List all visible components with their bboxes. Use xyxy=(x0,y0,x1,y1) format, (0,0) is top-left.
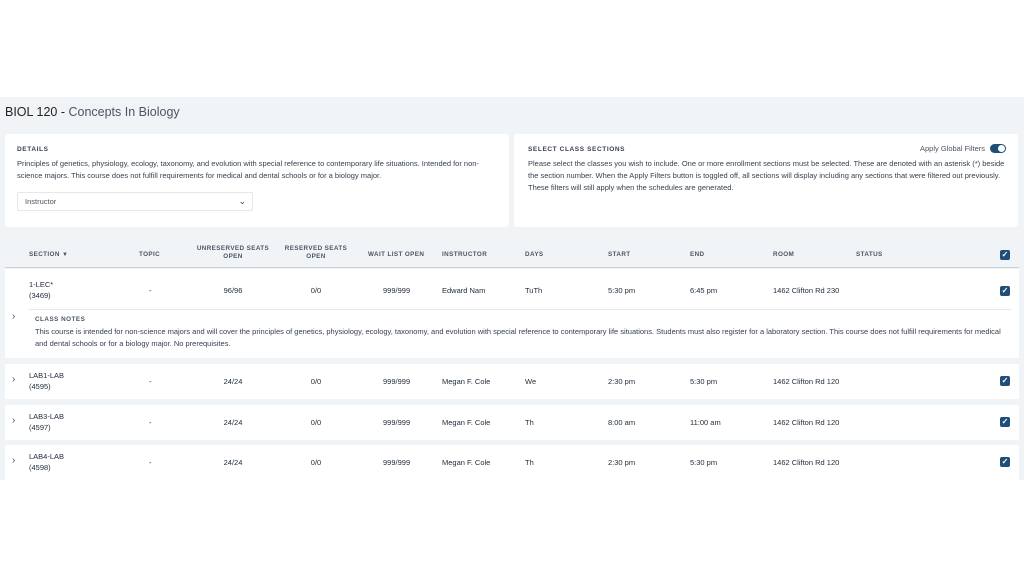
days-cell: Th xyxy=(525,458,534,467)
apply-global-filters[interactable]: Apply Global Filters xyxy=(920,144,1006,153)
end-cell: 6:45 pm xyxy=(690,286,718,295)
waitlist-cell: 999/999 xyxy=(383,286,411,295)
sections-table: SECTION ▼ TOPIC UNRESERVED SEATS OPEN RES… xyxy=(5,239,1019,480)
instructor-cell: Megan F. Cole xyxy=(442,418,491,427)
instructor-cell: Edward Nam xyxy=(442,286,486,295)
sort-down-icon: ▼ xyxy=(61,252,69,258)
start-cell: 2:30 pm xyxy=(608,458,636,467)
course-description: Principles of genetics, physiology, ecol… xyxy=(17,159,479,180)
title-separator: - xyxy=(57,105,69,119)
chevron-right-icon[interactable]: › xyxy=(12,415,15,426)
row-checkbox[interactable]: ✓ xyxy=(1000,376,1010,386)
end-cell: 5:30 pm xyxy=(690,458,718,467)
select-sections-panel: SELECT CLASS SECTIONS Apply Global Filte… xyxy=(514,134,1018,227)
days-cell: Th xyxy=(525,418,534,427)
header-start: START xyxy=(608,251,631,258)
topic-cell: - xyxy=(149,458,152,467)
header-room: ROOM xyxy=(773,251,795,258)
instructor-select-value: Instructor xyxy=(25,197,57,206)
chevron-right-icon[interactable]: › xyxy=(12,455,15,466)
unreserved-cell: 96/96 xyxy=(223,286,243,295)
reserved-cell: 0/0 xyxy=(310,286,322,295)
header-section[interactable]: SECTION ▼ xyxy=(29,251,68,259)
header-days: DAYS xyxy=(525,251,544,258)
header-end: END xyxy=(690,251,705,258)
apply-global-filters-toggle[interactable] xyxy=(990,144,1006,153)
topic-cell: - xyxy=(149,377,152,386)
course-code: BIOL 120 xyxy=(5,105,58,119)
reserved-cell: 0/0 xyxy=(310,418,322,427)
end-cell: 5:30 pm xyxy=(690,377,718,386)
topic-cell: - xyxy=(149,286,152,295)
section-cell: LAB1-LAB (4595) xyxy=(29,371,65,391)
header-status: STATUS xyxy=(856,251,883,258)
chevron-right-icon[interactable]: › xyxy=(12,311,15,322)
end-cell: 11:00 am xyxy=(690,418,721,427)
room-cell: 1462 Clifton Rd 120 xyxy=(773,377,840,386)
row-checkbox[interactable]: ✓ xyxy=(1000,286,1010,296)
section-cell: 1-LEC* (3469) xyxy=(29,280,54,300)
select-sections-label: SELECT CLASS SECTIONS xyxy=(528,146,626,153)
topic-cell: - xyxy=(149,418,152,427)
apply-global-filters-label: Apply Global Filters xyxy=(919,144,985,153)
start-cell: 5:30 pm xyxy=(608,286,636,295)
instructor-cell: Megan F. Cole xyxy=(442,458,491,467)
page-title: BIOL 120 - Concepts In Biology xyxy=(5,105,180,119)
section-cell: LAB4-LAB (4598) xyxy=(29,452,65,472)
start-cell: 2:30 pm xyxy=(608,377,636,386)
table-header: SECTION ▼ TOPIC UNRESERVED SEATS OPEN RES… xyxy=(5,239,1019,268)
room-cell: 1462 Clifton Rd 120 xyxy=(773,458,840,467)
header-unreserved-seats: UNRESERVED SEATS OPEN xyxy=(196,245,270,260)
table-row: 1-LEC* (3469) - 96/96 0/0 999/999 Edward … xyxy=(5,269,1019,358)
row-checkbox[interactable]: ✓ xyxy=(1000,457,1010,467)
waitlist-cell: 999/999 xyxy=(383,418,411,427)
days-cell: TuTh xyxy=(525,286,543,295)
class-notes-text: This course is intended for non-science … xyxy=(35,327,1001,348)
room-cell: 1462 Clifton Rd 230 xyxy=(773,286,840,295)
header-reserved-seats: RESERVED SEATS OPEN xyxy=(284,245,348,260)
unreserved-cell: 24/24 xyxy=(223,458,243,467)
instructor-cell: Megan F. Cole xyxy=(442,377,491,386)
divider xyxy=(29,309,1011,310)
unreserved-cell: 24/24 xyxy=(223,377,243,386)
chevron-down-icon: ⌄ xyxy=(238,196,246,206)
header-instructor: INSTRUCTOR xyxy=(442,251,488,258)
select-sections-description: Please select the classes you wish to in… xyxy=(528,159,1005,192)
chevron-right-icon[interactable]: › xyxy=(12,374,15,385)
instructor-select[interactable]: Instructor ⌄ xyxy=(17,192,253,211)
header-topic: TOPIC xyxy=(139,251,161,258)
header-wait-list: WAIT LIST OPEN xyxy=(368,251,425,258)
table-row: › LAB1-LAB (4595) - 24/24 0/0 999/999 Meg… xyxy=(5,364,1019,399)
room-cell: 1462 Clifton Rd 120 xyxy=(773,418,840,427)
start-cell: 8:00 am xyxy=(608,418,636,427)
section-cell: LAB3-LAB (4597) xyxy=(29,412,65,432)
table-row: › LAB3-LAB (4597) - 24/24 0/0 999/999 Meg… xyxy=(5,405,1019,440)
days-cell: We xyxy=(525,377,537,386)
waitlist-cell: 999/999 xyxy=(383,377,411,386)
unreserved-cell: 24/24 xyxy=(223,418,243,427)
course-sections-view: BIOL 120 - Concepts In Biology DETAILS P… xyxy=(0,97,1024,480)
reserved-cell: 0/0 xyxy=(310,377,322,386)
waitlist-cell: 999/999 xyxy=(383,458,411,467)
table-row: › LAB4-LAB (4598) - 24/24 0/0 999/999 Meg… xyxy=(5,445,1019,480)
reserved-cell: 0/0 xyxy=(310,458,322,467)
details-label: DETAILS xyxy=(17,146,49,153)
class-notes-label: CLASS NOTES xyxy=(35,316,86,323)
select-all-checkbox[interactable]: ✓ xyxy=(1000,250,1010,260)
course-name: Concepts In Biology xyxy=(68,105,180,119)
row-checkbox[interactable]: ✓ xyxy=(1000,417,1010,427)
details-panel: DETAILS Principles of genetics, physiolo… xyxy=(5,134,509,227)
